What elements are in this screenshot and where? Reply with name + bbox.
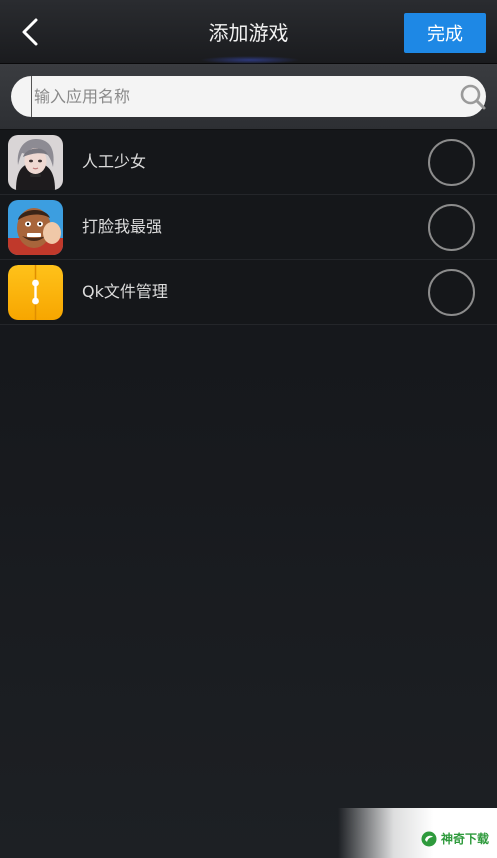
slapped-man-face-icon [8,200,63,255]
select-radio[interactable] [428,204,475,251]
done-button[interactable]: 完成 [404,13,486,53]
app-name: 人工少女 [82,152,147,171]
search-icon[interactable] [459,83,487,111]
watermark-content: 神奇下载 [421,830,489,847]
list-item[interactable]: Qk文件管理 [0,260,497,325]
search-input[interactable] [31,76,441,117]
list-item[interactable]: 打脸我最强 [0,195,497,260]
watermark: 神奇下载 [338,808,497,858]
leaf-logo-icon [421,831,437,846]
list-item[interactable]: 人工少女 [0,130,497,195]
chevron-left-icon [22,18,38,46]
back-button[interactable] [8,10,52,54]
app-name: Qk文件管理 [82,282,168,301]
app-list: 人工少女 打脸我最强 Qk文件管理 [0,130,497,325]
watermark-text: 神奇下载 [440,832,489,846]
app-name: 打脸我最强 [82,217,163,236]
search-box[interactable] [11,76,486,117]
select-radio[interactable] [428,139,475,186]
header-glow [200,56,300,64]
anime-girl-portrait-icon [8,135,63,190]
yellow-folder-zip-icon [8,265,63,320]
top-bar: 添加游戏 完成 [0,0,497,64]
select-radio[interactable] [428,269,475,316]
search-bar [0,64,497,130]
